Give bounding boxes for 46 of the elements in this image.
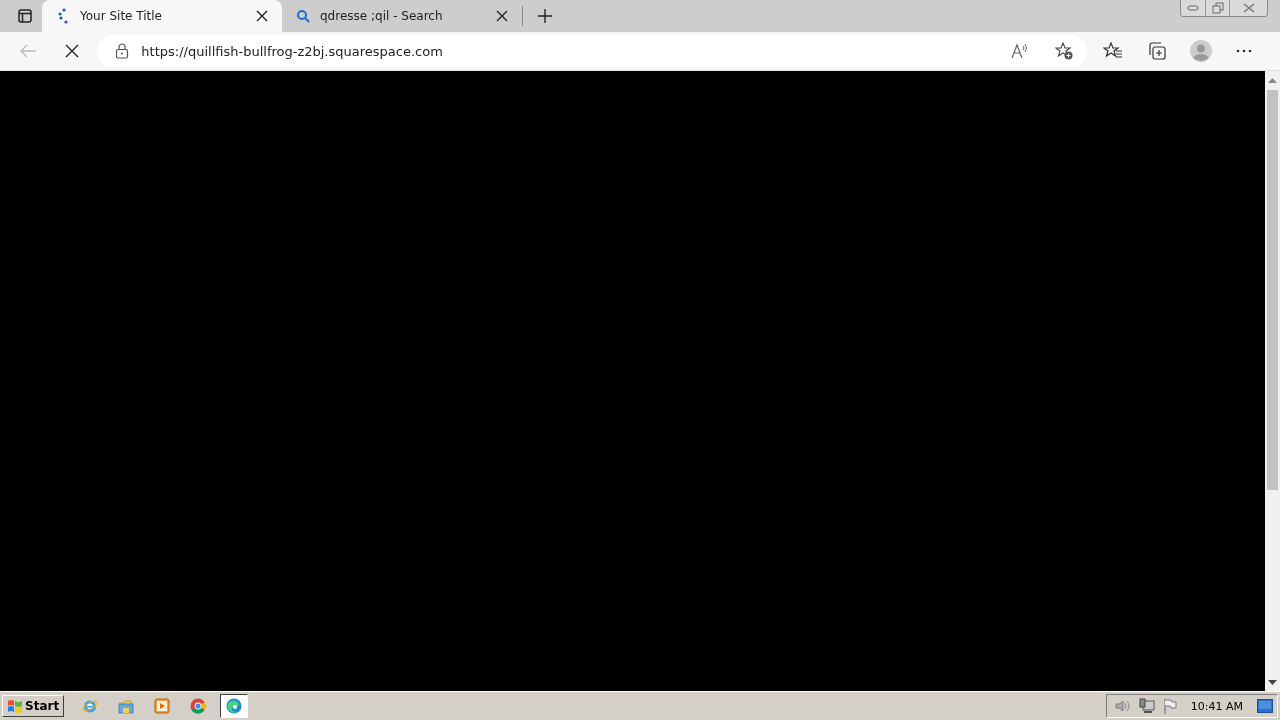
close-icon [496, 10, 508, 22]
plus-icon [537, 8, 553, 24]
avatar-icon [1189, 40, 1212, 62]
more-icon [1236, 49, 1253, 53]
address-bar[interactable]: https://quillfish-bullfrog-z2bj.squarespace.com [97, 35, 1088, 67]
loading-dots-icon [56, 8, 70, 24]
network-icon[interactable] [1138, 698, 1155, 714]
close-icon [256, 10, 268, 22]
search-icon [296, 9, 310, 23]
close-window-button[interactable] [1229, 0, 1267, 16]
restore-icon [1211, 2, 1224, 14]
taskbar-app-button[interactable] [220, 694, 249, 718]
scroll-up-icon[interactable] [1268, 78, 1277, 83]
scrollbar-thumb[interactable] [1267, 90, 1278, 490]
stop-icon [64, 44, 79, 58]
url-text: https://quillfish-bullfrog-z2bj.squarespace.com [141, 43, 443, 59]
chrome-icon [190, 698, 207, 714]
browser-tab[interactable]: Your Site Title [42, 0, 282, 32]
file-explorer-icon [118, 698, 135, 714]
add-favorite-icon[interactable] [1055, 42, 1074, 60]
minimize-button[interactable] [1181, 0, 1205, 16]
minimize-icon [1187, 5, 1199, 11]
close-tab-button[interactable] [254, 8, 270, 24]
edge-icon [226, 698, 243, 714]
favorites-icon [1103, 42, 1124, 60]
restore-button[interactable] [1205, 0, 1229, 16]
internet-explorer-icon [82, 698, 99, 714]
start-button[interactable]: Start [2, 695, 65, 717]
tab-title: Your Site Title [80, 9, 163, 23]
close-icon [1242, 3, 1255, 13]
browser-tab[interactable]: qdresse ;qil - Search [282, 0, 522, 32]
back-arrow-icon [18, 44, 37, 58]
clock[interactable]: 10:41 AM [1190, 699, 1243, 713]
close-tab-button[interactable] [494, 8, 510, 24]
collections-icon [1147, 42, 1166, 60]
tab-title: qdresse ;qil - Search [320, 9, 444, 23]
speaker-icon[interactable] [1114, 699, 1131, 713]
windows-logo-icon [7, 698, 23, 714]
media-player-icon [154, 698, 171, 714]
show-desktop-icon[interactable] [1257, 699, 1273, 713]
lock-icon [115, 43, 130, 59]
tab-actions-icon [18, 9, 32, 23]
scroll-down-icon[interactable] [1268, 680, 1277, 685]
read-aloud-icon[interactable] [1011, 43, 1030, 59]
flag-icon[interactable] [1162, 698, 1177, 714]
scrollbar[interactable] [1265, 71, 1280, 691]
